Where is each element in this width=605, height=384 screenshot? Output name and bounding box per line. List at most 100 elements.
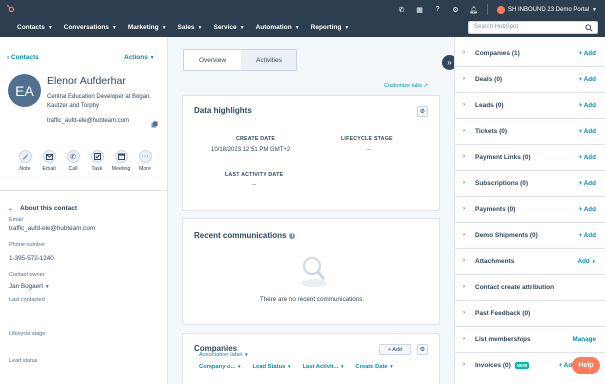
chevron-down-icon: ▼ bbox=[344, 24, 350, 31]
filter-create-date[interactable]: Create Date ▼ bbox=[355, 364, 393, 370]
note-action[interactable]: Note bbox=[13, 150, 37, 172]
add-button[interactable]: + Add bbox=[579, 102, 596, 109]
association-row-companies[interactable]: › Companies (1) + Add bbox=[455, 41, 605, 67]
phone-field[interactable]: 1-395-572-1240 bbox=[9, 255, 54, 262]
nav-conversations[interactable]: Conversations ▼ bbox=[64, 24, 117, 31]
account-avatar bbox=[497, 5, 506, 14]
chevron-down-icon: ▼ bbox=[239, 24, 245, 31]
nav-label: Reporting bbox=[310, 24, 342, 31]
add-company-button[interactable]: + Add bbox=[379, 344, 411, 355]
manage-button[interactable]: Manage bbox=[573, 336, 596, 343]
action-label: Note bbox=[19, 166, 31, 172]
phone-icon[interactable]: ✆ bbox=[397, 5, 406, 14]
add-button[interactable]: + Add bbox=[579, 232, 596, 239]
search-input[interactable]: Search HubSpot bbox=[468, 21, 598, 34]
calendar-icon bbox=[114, 150, 128, 163]
about-section-header[interactable]: About this contact bbox=[20, 205, 77, 212]
lead-status-label: Lead status bbox=[9, 358, 38, 364]
association-row-leads[interactable]: › Leads (0) + Add bbox=[455, 93, 605, 119]
nav-marketing[interactable]: Marketing ▼ bbox=[128, 24, 167, 31]
add-button[interactable]: + Add bbox=[579, 154, 596, 161]
nav-contacts[interactable]: Contacts ▼ bbox=[17, 24, 53, 31]
association-row-deals[interactable]: › Deals (0) + Add bbox=[455, 67, 605, 93]
settings-icon[interactable]: ⚙ bbox=[417, 106, 428, 117]
settings-icon[interactable]: ⚙ bbox=[417, 344, 428, 355]
task-action[interactable]: Task bbox=[85, 150, 109, 172]
portal-name: SH INBOUND 23 Demo Portal bbox=[508, 6, 590, 13]
chevron-down-icon: ▼ bbox=[286, 364, 292, 369]
meeting-action[interactable]: Meeting bbox=[109, 150, 133, 172]
association-label-filter[interactable]: Association label ▼ bbox=[199, 352, 249, 358]
back-to-contacts-link[interactable]: ‹ Contacts bbox=[7, 54, 39, 61]
chevron-down-icon: ▼ bbox=[111, 24, 117, 31]
chevron-down-icon: ▼ bbox=[389, 364, 394, 369]
nav-service[interactable]: Service ▼ bbox=[213, 24, 244, 31]
row-label: Payments (0) bbox=[475, 206, 516, 213]
task-icon bbox=[90, 150, 104, 163]
chevron-right-icon: › bbox=[463, 50, 465, 56]
row-label: Deals (0) bbox=[475, 76, 503, 83]
row-label: Subscriptions (0) bbox=[475, 180, 529, 187]
filter-label: Lead Status bbox=[252, 364, 286, 370]
chevron-down-icon: ▼ bbox=[149, 55, 155, 61]
tab-overview[interactable]: Overview bbox=[184, 50, 241, 70]
association-row-attribution[interactable]: › Contact create attribution bbox=[455, 275, 605, 301]
settings-icon[interactable]: ⚙ bbox=[451, 5, 460, 14]
email-field[interactable]: traffic_aufd-ele@hubteam.com bbox=[9, 225, 95, 232]
filter-lead-status[interactable]: Lead Status ▼ bbox=[253, 364, 292, 370]
more-icon: ··· bbox=[138, 150, 152, 163]
add-button[interactable]: + Add bbox=[579, 76, 596, 83]
owner-select[interactable]: Jan Bogaert ▼ bbox=[9, 283, 50, 290]
lifecycle-stage-value: -- bbox=[367, 147, 371, 153]
hubspot-logo-icon[interactable] bbox=[6, 4, 15, 13]
card-title-text: Recent communications bbox=[194, 231, 287, 240]
empty-state-illustration-icon bbox=[301, 257, 327, 287]
add-button[interactable]: + Add bbox=[579, 180, 596, 187]
row-label: List memberships bbox=[475, 336, 531, 343]
copy-icon[interactable] bbox=[151, 121, 158, 128]
row-label: Tickets (0) bbox=[475, 128, 508, 135]
portal-menu[interactable]: SH INBOUND 23 Demo Portal ▼ bbox=[497, 5, 597, 14]
actions-label: Actions bbox=[124, 54, 148, 61]
add-button[interactable]: + Add bbox=[579, 128, 596, 135]
chevron-down-icon[interactable]: ⌄ bbox=[8, 205, 13, 212]
nav-reporting[interactable]: Reporting ▼ bbox=[311, 24, 350, 31]
email-icon bbox=[42, 150, 56, 163]
nav-label: Conversations bbox=[63, 24, 109, 31]
row-label: Demo Shipments (0) bbox=[475, 232, 538, 239]
filter-company-owner[interactable]: Company o... ▼ bbox=[199, 364, 242, 370]
more-action[interactable]: ··· More bbox=[133, 150, 157, 172]
info-icon[interactable]: i bbox=[289, 232, 296, 239]
association-row-feedback[interactable]: › Past Feedback (0) bbox=[455, 301, 605, 327]
call-action[interactable]: ✆ Call bbox=[61, 150, 85, 172]
chevron-down-icon: ▼ bbox=[244, 352, 249, 357]
association-row-list-memberships[interactable]: › List memberships Manage bbox=[455, 327, 605, 353]
association-row-payments[interactable]: › Payments (0) + Add bbox=[455, 197, 605, 223]
actions-menu[interactable]: Actions ▼ bbox=[124, 54, 155, 61]
add-button[interactable]: + Add bbox=[579, 50, 596, 57]
nav-automation[interactable]: Automation ▼ bbox=[256, 24, 300, 31]
filter-last-activity[interactable]: Last Activit... ▼ bbox=[302, 364, 344, 370]
association-row-tickets[interactable]: › Tickets (0) + Add bbox=[455, 119, 605, 145]
notifications-icon[interactable]: 🔔︎ bbox=[469, 5, 478, 14]
customize-tabs-link[interactable]: Customize tabs ↗ bbox=[384, 83, 428, 89]
last-activity-value: -- bbox=[252, 182, 256, 188]
chevron-right-icon: › bbox=[463, 206, 465, 212]
contact-email: traffic_aufd-ele@hubteam.com bbox=[47, 118, 130, 124]
chevron-down-icon: ▼ bbox=[197, 24, 203, 31]
association-row-payment-links[interactable]: › Payment Links (0) + Add bbox=[455, 145, 605, 171]
help-icon[interactable]: ? bbox=[433, 5, 442, 14]
card-title: Recent communications i bbox=[194, 231, 296, 240]
add-button[interactable]: + Add bbox=[579, 206, 596, 213]
tab-activities[interactable]: Activities bbox=[241, 50, 297, 70]
help-button[interactable]: Help bbox=[572, 357, 600, 374]
association-row-subscriptions[interactable]: › Subscriptions (0) + Add bbox=[455, 171, 605, 197]
nav-sales[interactable]: Sales ▼ bbox=[178, 24, 203, 31]
marketplace-icon[interactable]: ▦ bbox=[415, 5, 424, 14]
phone-label: Phone number bbox=[9, 242, 46, 248]
action-label: Email bbox=[42, 166, 56, 172]
email-action[interactable]: Email bbox=[37, 150, 61, 172]
association-row-attachments[interactable]: › Attachments Add ▼ bbox=[455, 249, 605, 275]
association-row-demo-shipments[interactable]: › Demo Shipments (0) + Add bbox=[455, 223, 605, 249]
add-menu[interactable]: Add ▼ bbox=[578, 258, 596, 265]
